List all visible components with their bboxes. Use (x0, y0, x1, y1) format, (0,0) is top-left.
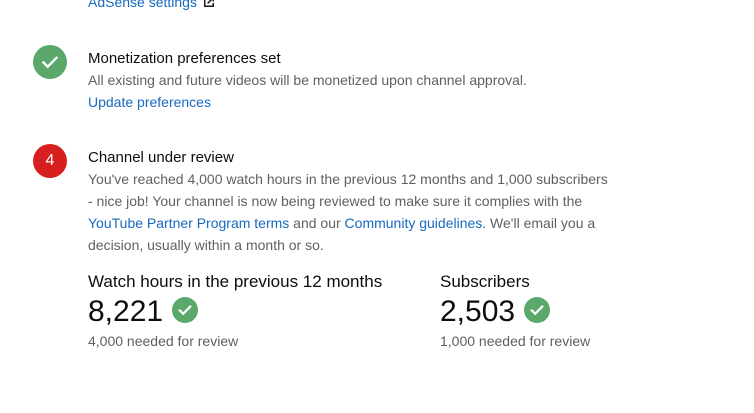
step-description: You've reached 4,000 watch hours in the … (88, 168, 613, 256)
stat-requirement: 4,000 needed for review (88, 333, 239, 349)
step-title: Monetization preferences set (88, 50, 281, 67)
monetization-page: AdSense settings Monetization preference… (0, 0, 754, 413)
check-icon (172, 297, 199, 323)
stat-label: Subscribers (440, 272, 530, 291)
stat-value: 8,221 (88, 295, 164, 328)
community-guidelines-link[interactable]: Community guidelines (345, 215, 483, 231)
step-description: All existing and future videos will be m… (88, 72, 527, 88)
step-number-badge: 4 (33, 144, 67, 178)
description-text: and our (289, 215, 345, 231)
update-preferences-link[interactable]: Update preferences (88, 94, 211, 110)
check-icon (524, 297, 551, 323)
stat-label: Watch hours in the previous 12 months (88, 272, 383, 291)
partner-program-terms-link[interactable]: YouTube Partner Program terms (88, 215, 289, 231)
adsense-settings-link[interactable]: AdSense settings (88, 0, 215, 11)
watch-hours-stat: Watch hours in the previous 12 months 8,… (88, 271, 382, 350)
adsense-settings-label: AdSense settings (88, 0, 197, 10)
stat-value: 2,503 (440, 295, 516, 328)
description-text: You've reached 4,000 watch hours in the … (88, 171, 608, 209)
subscribers-stat: Subscribers 2,503 1,000 needed for revie… (440, 271, 590, 350)
external-link-icon (203, 0, 214, 7)
stat-requirement: 1,000 needed for review (440, 333, 591, 349)
step-title: Channel under review (88, 149, 234, 166)
check-icon (41, 56, 59, 69)
step-complete-badge (33, 45, 67, 79)
eligibility-stats: Watch hours in the previous 12 months 8,… (88, 271, 728, 361)
